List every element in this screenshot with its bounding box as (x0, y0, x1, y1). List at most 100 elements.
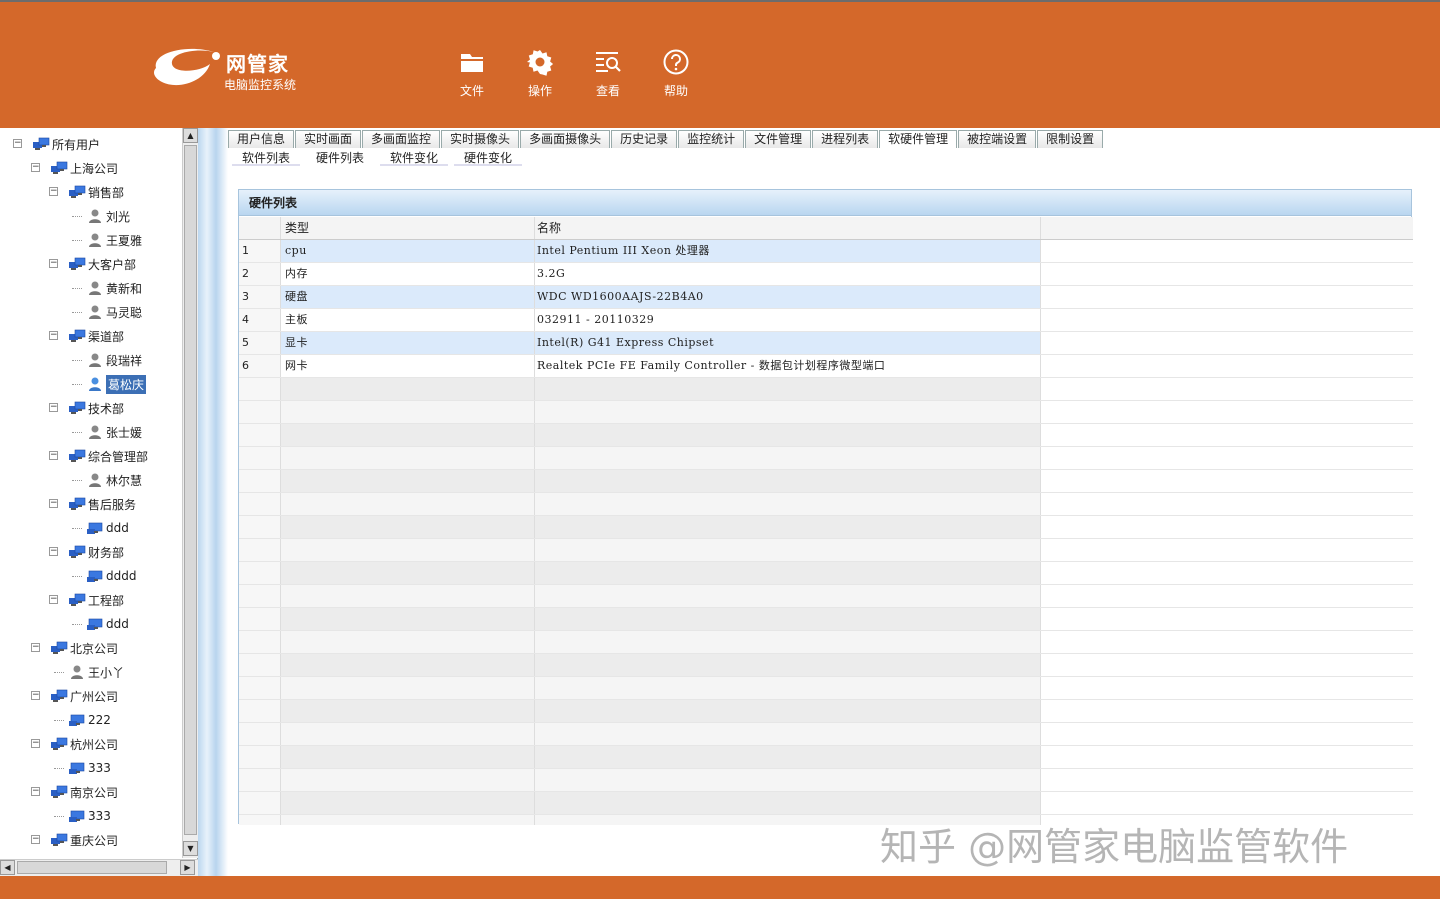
network-group-icon (68, 256, 86, 272)
panel-splitter[interactable] (198, 128, 228, 876)
tab-11[interactable]: 限制设置 (1037, 130, 1104, 148)
tree-collapse-icon[interactable]: − (31, 739, 40, 748)
tree-node-group[interactable]: − 工程部 (49, 590, 124, 610)
tree-node-user[interactable]: 张士媛 (72, 422, 142, 442)
scroll-thumb-horizontal[interactable] (17, 861, 167, 874)
hardware-list-panel: 硬件列表 类型 名称 1 cpu Intel Pentium III Xeon 处理… (238, 189, 1413, 825)
table-row[interactable]: 1 cpu Intel Pentium III Xeon 处理器 (239, 240, 1413, 263)
tree-collapse-icon[interactable]: − (31, 835, 40, 844)
tree-node-group[interactable]: − 杭州公司 (31, 734, 118, 754)
tree-node-computer[interactable]: 333 (54, 758, 111, 778)
scroll-right-icon[interactable]: ▶ (180, 860, 195, 875)
tab-6[interactable]: 监控统计 (678, 130, 745, 148)
tree-collapse-icon[interactable]: − (49, 403, 58, 412)
cell-spacer (1041, 631, 1413, 653)
toolbar-view-button[interactable]: 查看 (574, 48, 642, 102)
header-spacer (1041, 217, 1413, 239)
tree-node-user[interactable]: 林尔慧 (72, 470, 142, 490)
tree-connector (72, 240, 82, 241)
tab-9[interactable]: 软硬件管理 (879, 130, 958, 148)
tree-node-group[interactable]: − 渠道部 (49, 326, 124, 346)
subtab-3[interactable]: 硬件变化 (454, 150, 523, 166)
tree-collapse-icon[interactable]: − (49, 499, 58, 508)
table-row[interactable]: 2 内存 3.2G (239, 263, 1413, 286)
tree-node-group[interactable]: − 综合管理部 (49, 446, 148, 466)
tree-collapse-icon[interactable]: − (49, 451, 58, 460)
toolbar-operate-button[interactable]: 操作 (506, 48, 574, 102)
tab-5[interactable]: 历史记录 (611, 130, 678, 148)
subtab-2[interactable]: 软件变化 (380, 150, 449, 166)
tree-node-user[interactable]: 葛松庆 (72, 374, 147, 394)
scroll-thumb[interactable] (184, 145, 197, 835)
tree-vertical-scrollbar[interactable]: ▲ ▼ (182, 128, 198, 858)
toolbar-file-button[interactable]: 文件 (438, 48, 506, 102)
toolbar-help-button[interactable]: 帮助 (642, 48, 710, 102)
tree-node-group[interactable]: − 北京公司 (31, 638, 118, 658)
tab-7[interactable]: 文件管理 (745, 130, 812, 148)
tree-node-group[interactable]: − 售后服务 (49, 494, 136, 514)
tree-node-group[interactable]: − 大客户部 (49, 254, 136, 274)
tab-4[interactable]: 多画面摄像头 (520, 130, 611, 148)
tree-node-computer[interactable]: dddd (72, 566, 136, 586)
tree-node-computer[interactable]: 222 (54, 710, 111, 730)
subtab-0[interactable]: 软件列表 (232, 150, 301, 166)
tree-node-computer[interactable]: ddd (72, 614, 129, 634)
tree-node-user[interactable]: 刘光 (72, 206, 130, 226)
tab-10[interactable]: 被控端设置 (958, 130, 1037, 148)
tree-node-user[interactable]: 王夏雅 (72, 230, 142, 250)
tree-node-user[interactable]: 段瑞祥 (72, 350, 142, 370)
table-row[interactable]: 3 硬盘 WDC WD1600AAJS-22B4A0 (239, 286, 1413, 309)
cell-type (281, 401, 535, 423)
tree-node-user[interactable]: 马灵聪 (72, 302, 142, 322)
tree-connector (72, 480, 82, 481)
tab-8[interactable]: 进程列表 (812, 130, 879, 148)
tree-node-group[interactable]: − 财务部 (49, 542, 124, 562)
tree-collapse-icon[interactable]: − (49, 331, 58, 340)
tab-0[interactable]: 用户信息 (228, 130, 295, 148)
tree-node-label: ddd (106, 617, 129, 631)
tree-node-label: 广州公司 (70, 689, 119, 704)
tab-1[interactable]: 实时画面 (295, 130, 362, 148)
tab-2[interactable]: 多画面监控 (362, 130, 441, 148)
table-row[interactable]: 4 主板 032911 - 20110329 (239, 309, 1413, 332)
tree-node-group[interactable]: − 广州公司 (31, 686, 119, 706)
scroll-up-icon[interactable]: ▲ (183, 128, 198, 143)
tree-node-user[interactable]: 黄新和 (72, 278, 142, 298)
tree-collapse-icon[interactable]: − (49, 547, 58, 556)
subtab-1[interactable]: 硬件列表 (306, 150, 375, 166)
header-name[interactable]: 名称 (535, 217, 1041, 239)
header-type[interactable]: 类型 (281, 217, 535, 239)
scroll-left-icon[interactable]: ◀ (0, 860, 15, 875)
table-row[interactable]: 5 显卡 Intel(R) G41 Express Chipset (239, 332, 1413, 355)
tree-node-group[interactable]: − 所有用户 (13, 134, 100, 154)
tree-node-group[interactable]: − 销售部 (49, 182, 124, 202)
network-group-icon (68, 544, 86, 560)
tree-node-group[interactable]: − 上海公司 (31, 158, 119, 178)
user-icon (86, 472, 104, 488)
row-index (239, 815, 281, 825)
cell-name (535, 723, 1041, 745)
tree-collapse-icon[interactable]: − (31, 163, 40, 172)
tab-3[interactable]: 实时摄像头 (441, 130, 520, 148)
tree-node-group[interactable]: − 技术部 (49, 398, 124, 418)
tree-node-group[interactable]: − 南京公司 (31, 782, 118, 802)
tree-node-group[interactable]: − 重庆公司 (31, 830, 118, 850)
tree-collapse-icon[interactable]: − (31, 691, 40, 700)
tree-node-computer[interactable]: ddd (72, 518, 129, 538)
cell-type (281, 700, 535, 722)
tree-collapse-icon[interactable]: − (49, 595, 58, 604)
tree-node-user[interactable]: 王小丫 (54, 662, 124, 682)
cell-spacer (1041, 677, 1413, 699)
tree-collapse-icon[interactable]: − (31, 643, 40, 652)
tree-horizontal-scrollbar[interactable]: ◀ ▶ (0, 859, 198, 876)
tree-collapse-icon[interactable]: − (13, 139, 22, 148)
scroll-down-icon[interactable]: ▼ (183, 841, 198, 856)
table-row[interactable]: 6 网卡 Realtek PCIe FE Family Controller - 数… (239, 355, 1413, 378)
tree-node-label: 上海公司 (70, 161, 119, 176)
cell-spacer (1041, 401, 1413, 423)
tree-node-computer[interactable]: 333 (54, 806, 111, 826)
tree-collapse-icon[interactable]: − (49, 187, 58, 196)
tree-collapse-icon[interactable]: − (31, 787, 40, 796)
cell-type (281, 769, 535, 791)
tree-collapse-icon[interactable]: − (49, 259, 58, 268)
